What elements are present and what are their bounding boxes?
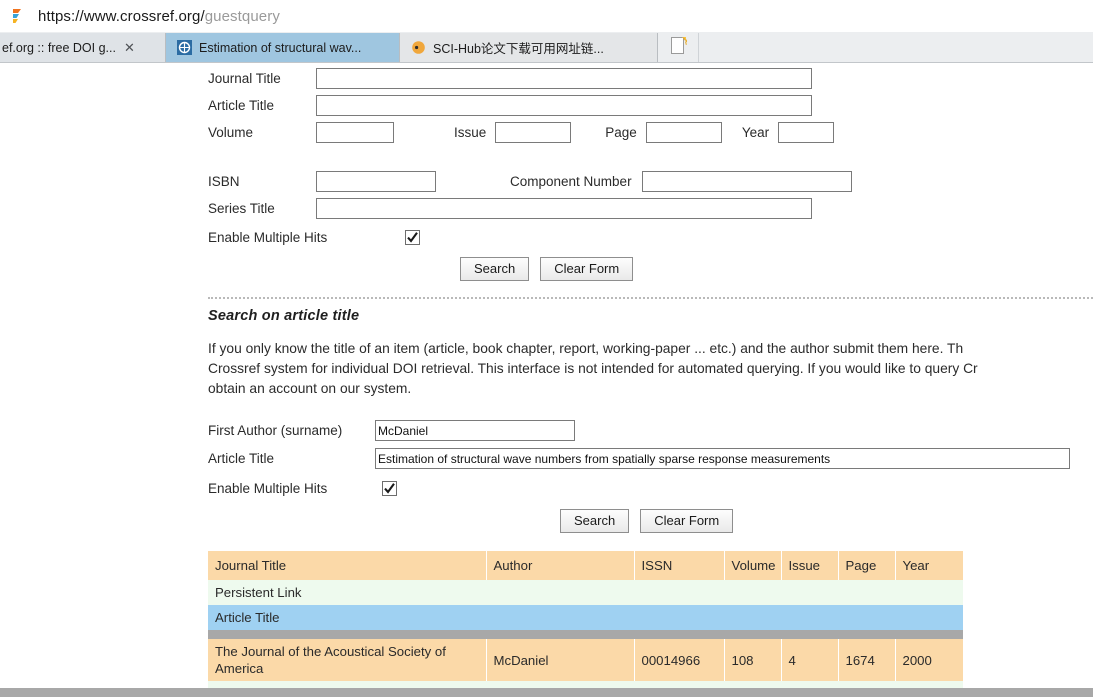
search-button-top[interactable]: Search [460, 257, 530, 281]
header-issn: ISSN [634, 551, 725, 580]
firefox-logo-icon [8, 5, 30, 27]
cell-volume: 108 [724, 639, 782, 681]
field-row-enable-multiple-hits-bottom: Enable Multiple Hits [208, 473, 1093, 503]
cell-journal-title: The Journal of the Acoustical Society of… [208, 639, 487, 681]
year-input[interactable] [778, 122, 835, 143]
check-icon [384, 482, 395, 494]
header-issue: Issue [781, 551, 839, 580]
component-number-label: Component Number [510, 174, 632, 189]
clear-form-button-bottom[interactable]: Clear Form [640, 509, 734, 533]
field-row-isbn-component: ISBN Component Number [208, 168, 1093, 195]
enable-multiple-hits-label: Enable Multiple Hits [208, 229, 328, 245]
bottom-form-buttons: Search Clear Form [560, 509, 1093, 533]
issue-input[interactable] [495, 122, 572, 143]
article-title-input-bottom[interactable] [375, 448, 1070, 469]
enable-multiple-hits-checkbox-bottom[interactable] [382, 480, 397, 496]
form-gap [208, 146, 1093, 168]
new-page-icon [670, 36, 689, 60]
field-row-article-title: Article Title [208, 92, 1093, 119]
field-row-enable-multiple-hits-top: Enable Multiple Hits [208, 222, 1093, 252]
spacer-cell [208, 630, 963, 639]
series-title-label: Series Title [208, 201, 275, 216]
url-text: https://www.crossref.org/guestquery [38, 8, 280, 25]
close-icon[interactable]: ✕ [124, 41, 135, 54]
page-label: Page [605, 125, 637, 140]
page-viewport: Journal Title Article Title Volume Issue… [0, 63, 1093, 697]
section-paragraph: If you only know the title of an item (a… [208, 341, 978, 396]
table-row-spacer [208, 630, 963, 639]
article-title-label: Article Title [208, 98, 275, 113]
cell-issn: 00014966 [634, 639, 725, 681]
field-row-journal-title: Journal Title [208, 65, 1093, 92]
label-article-title: Article Title [208, 605, 963, 630]
header-page: Page [838, 551, 896, 580]
top-form-buttons: Search Clear Form [460, 257, 1093, 281]
section-divider [208, 297, 1093, 299]
table-subheader-article-title: Article Title [208, 605, 963, 630]
journal-title-input[interactable] [316, 68, 812, 89]
scihub-icon [410, 40, 426, 56]
issue-label: Issue [454, 125, 487, 140]
tab-crossref-free-doi[interactable]: ef.org :: free DOI g... ✕ [0, 33, 166, 62]
header-author: Author [486, 551, 635, 580]
first-author-label: First Author (surname) [208, 423, 343, 438]
enable-multiple-hits-checkbox[interactable] [405, 229, 420, 245]
volume-label: Volume [208, 125, 254, 140]
cell-issue: 4 [781, 639, 839, 681]
article-title-label-bottom: Article Title [208, 451, 275, 466]
address-bar[interactable]: https://www.crossref.org/guestquery [0, 0, 1093, 33]
results-area: Journal Title Author ISSN Volume Issue P… [208, 551, 1093, 697]
crossref-icon [176, 40, 192, 56]
tab-estimation-of-structural-wave[interactable]: Estimation of structural wav... [166, 33, 400, 62]
field-row-series-title: Series Title [208, 195, 1093, 222]
field-row-volume-issue-page-year: Volume Issue Page Year [208, 119, 1093, 146]
journal-title-label: Journal Title [208, 71, 281, 86]
label-persistent-link: Persistent Link [208, 580, 963, 605]
clear-form-button-top[interactable]: Clear Form [540, 257, 634, 281]
article-title-input[interactable] [316, 95, 812, 116]
tab-label: SCI-Hub论文下载可用网址链... [433, 42, 604, 56]
first-author-input[interactable] [375, 420, 575, 441]
year-label: Year [741, 125, 770, 140]
tab-strip: ef.org :: free DOI g... ✕ Estimation of … [0, 32, 1093, 63]
field-row-article-title-bottom: Article Title [208, 444, 1093, 473]
search-button-bottom[interactable]: Search [560, 509, 630, 533]
field-row-first-author: First Author (surname) [208, 417, 1093, 444]
isbn-input[interactable] [316, 171, 436, 192]
tab-label: Estimation of structural wav... [199, 40, 362, 55]
section-heading: Search on article title [208, 308, 360, 324]
table-subheader-persistent-link: Persistent Link [208, 580, 963, 605]
url-main: https://www.crossref.org/ [38, 7, 205, 25]
header-year: Year [895, 551, 963, 580]
browser-window: https://www.crossref.org/guestquery ef.o… [0, 0, 1093, 697]
url-path: guestquery [204, 7, 280, 25]
table-header-row: Journal Title Author ISSN Volume Issue P… [208, 551, 963, 580]
new-tab-button[interactable] [658, 33, 699, 62]
check-icon [407, 231, 418, 243]
component-number-input[interactable] [641, 171, 852, 192]
header-journal-title: Journal Title [208, 551, 487, 580]
page-input[interactable] [645, 122, 722, 143]
cell-year: 2000 [895, 639, 963, 681]
bottom-gray-bar [0, 688, 1093, 697]
results-table: Journal Title Author ISSN Volume Issue P… [208, 551, 963, 697]
cell-page: 1674 [838, 639, 896, 681]
header-volume: Volume [724, 551, 782, 580]
volume-input[interactable] [316, 122, 394, 143]
tab-label: ef.org :: free DOI g... [2, 40, 116, 55]
cell-author: McDaniel [486, 639, 635, 681]
series-title-input[interactable] [316, 198, 812, 219]
table-row: The Journal of the Acoustical Society of… [208, 639, 963, 681]
tab-scihub-links[interactable]: SCI-Hub论文下载可用网址链... [400, 33, 658, 62]
crossref-guest-query-page: Journal Title Article Title Volume Issue… [208, 63, 1093, 697]
enable-multiple-hits-label-bottom: Enable Multiple Hits [208, 480, 328, 496]
isbn-label: ISBN [208, 174, 240, 189]
